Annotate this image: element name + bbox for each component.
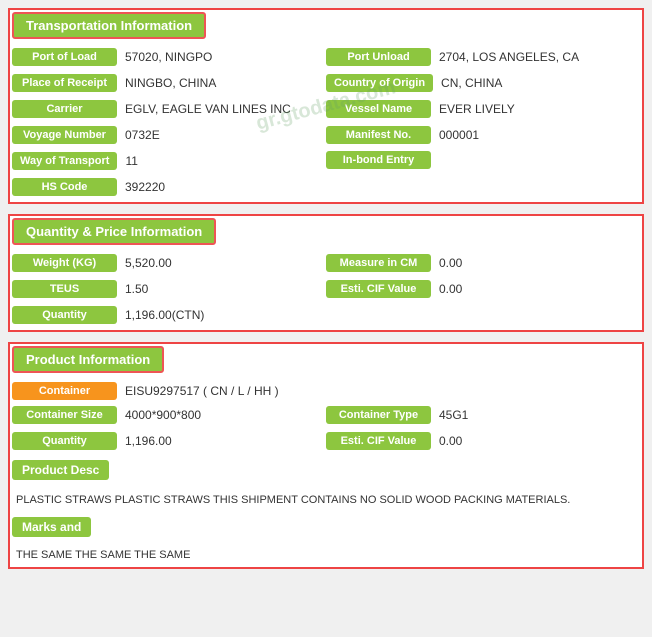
teus-row: TEUS 1.50 [12, 279, 326, 299]
voyage-number-value: 0732E [117, 125, 168, 145]
product-quantity-value: 1,196.00 [117, 431, 180, 451]
vessel-name-label: Vessel Name [326, 100, 431, 118]
place-of-receipt-row: Place of Receipt NINGBO, CHINA [12, 73, 326, 93]
quantity-right: Measure in CM 0.00 Esti. CIF Value 0.00 [326, 253, 640, 328]
product-desc-container: Product Desc PLASTIC STRAWS PLASTIC STRA… [12, 460, 640, 513]
port-of-load-row: Port of Load 57020, NINGPO [12, 47, 326, 67]
container-row: Container EISU9297517 ( CN / L / HH ) [12, 381, 640, 401]
weight-row: Weight (KG) 5,520.00 [12, 253, 326, 273]
measure-row: Measure in CM 0.00 [326, 253, 640, 273]
container-type-value: 45G1 [431, 405, 476, 425]
container-size-row: Container Size 4000*900*800 [12, 405, 326, 425]
product-desc-text: PLASTIC STRAWS PLASTIC STRAWS THIS SHIPM… [12, 488, 640, 513]
quantity-row: Quantity 1,196.00(CTN) [12, 305, 326, 325]
weight-value: 5,520.00 [117, 253, 180, 273]
vessel-name-row: Vessel Name EVER LIVELY [326, 99, 640, 119]
marks-text: THE SAME THE SAME THE SAME [12, 545, 640, 565]
product-right: Container Type 45G1 Esti. CIF Value 0.00 [326, 405, 640, 454]
port-unload-row: Port Unload 2704, LOS ANGELES, CA [326, 47, 640, 67]
way-of-transport-value: 11 [117, 151, 145, 171]
way-of-transport-row: Way of Transport 11 [12, 151, 326, 171]
measure-label: Measure in CM [326, 254, 431, 272]
port-unload-value: 2704, LOS ANGELES, CA [431, 47, 587, 67]
product-quantity-label: Quantity [12, 432, 117, 450]
vessel-name-value: EVER LIVELY [431, 99, 523, 119]
transportation-right: Port Unload 2704, LOS ANGELES, CA Countr… [326, 47, 640, 200]
teus-label: TEUS [12, 280, 117, 298]
manifest-no-label: Manifest No. [326, 126, 431, 144]
product-content: Product Information Container EISU929751… [12, 346, 640, 565]
marks-container: Marks and THE SAME THE SAME THE SAME [12, 517, 640, 565]
transportation-left: Port of Load 57020, NINGPO Place of Rece… [12, 47, 326, 200]
weight-label: Weight (KG) [12, 254, 117, 272]
voyage-number-label: Voyage Number [12, 126, 117, 144]
esti-cif-product-value: 0.00 [431, 431, 470, 451]
product-section: Product Information Container EISU929751… [8, 342, 644, 569]
port-of-load-label: Port of Load [12, 48, 117, 66]
quantity-header: Quantity & Price Information [12, 218, 216, 245]
marks-label: Marks and [12, 517, 91, 537]
quantity-left: Weight (KG) 5,520.00 TEUS 1.50 Quantity … [12, 253, 326, 328]
country-of-origin-row: Country of Origin CN, CHINA [326, 73, 640, 93]
transportation-section: Transportation Information Port of Load … [8, 8, 644, 204]
product-left: Container Size 4000*900*800 Quantity 1,1… [12, 405, 326, 454]
manifest-no-value: 000001 [431, 125, 487, 145]
inbond-entry-label: In-bond Entry [326, 151, 431, 169]
quantity-content: Quantity & Price Information Weight (KG)… [12, 218, 640, 328]
hs-code-label: HS Code [12, 178, 117, 196]
manifest-no-row: Manifest No. 000001 [326, 125, 640, 145]
carrier-row: Carrier EGLV, EAGLE VAN LINES INC [12, 99, 326, 119]
transportation-header: Transportation Information [12, 12, 206, 39]
quantity-section: Quantity & Price Information Weight (KG)… [8, 214, 644, 332]
esti-cif-product-label: Esti. CIF Value [326, 432, 431, 450]
container-type-label: Container Type [326, 406, 431, 424]
quantity-value: 1,196.00(CTN) [117, 305, 212, 325]
quantity-label: Quantity [12, 306, 117, 324]
country-of-origin-label: Country of Origin [326, 74, 433, 92]
product-header: Product Information [12, 346, 164, 373]
teus-value: 1.50 [117, 279, 156, 299]
carrier-value: EGLV, EAGLE VAN LINES INC [117, 99, 299, 119]
country-of-origin-value: CN, CHINA [433, 73, 510, 93]
transportation-content: Transportation Information Port of Load … [12, 12, 640, 200]
port-unload-label: Port Unload [326, 48, 431, 66]
way-of-transport-label: Way of Transport [12, 152, 117, 170]
esti-cif-qty-value: 0.00 [431, 279, 470, 299]
inbond-entry-value [431, 157, 447, 163]
place-of-receipt-label: Place of Receipt [12, 74, 117, 92]
transportation-fields: Port of Load 57020, NINGPO Place of Rece… [12, 47, 640, 200]
esti-cif-qty-row: Esti. CIF Value 0.00 [326, 279, 640, 299]
quantity-fields: Weight (KG) 5,520.00 TEUS 1.50 Quantity … [12, 253, 640, 328]
product-quantity-row: Quantity 1,196.00 [12, 431, 326, 451]
place-of-receipt-value: NINGBO, CHINA [117, 73, 224, 93]
container-size-value: 4000*900*800 [117, 405, 209, 425]
esti-cif-qty-label: Esti. CIF Value [326, 280, 431, 298]
port-of-load-value: 57020, NINGPO [117, 47, 220, 67]
measure-value: 0.00 [431, 253, 470, 273]
product-fields: Container Size 4000*900*800 Quantity 1,1… [12, 405, 640, 454]
container-size-label: Container Size [12, 406, 117, 424]
product-desc-label: Product Desc [12, 460, 109, 480]
carrier-label: Carrier [12, 100, 117, 118]
container-label: Container [12, 382, 117, 400]
hs-code-row: HS Code 392220 [12, 177, 326, 197]
voyage-number-row: Voyage Number 0732E [12, 125, 326, 145]
container-type-row: Container Type 45G1 [326, 405, 640, 425]
inbond-entry-row: In-bond Entry [326, 151, 640, 169]
hs-code-value: 392220 [117, 177, 173, 197]
container-value: EISU9297517 ( CN / L / HH ) [117, 381, 287, 401]
esti-cif-product-row: Esti. CIF Value 0.00 [326, 431, 640, 451]
